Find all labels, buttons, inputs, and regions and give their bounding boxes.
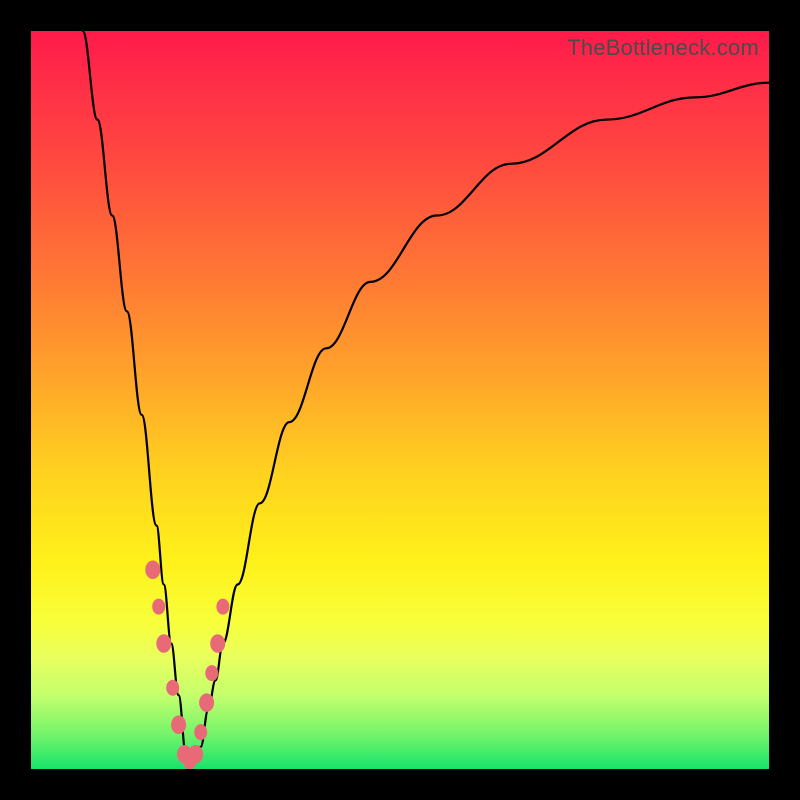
valley-marker [184,754,196,769]
valley-marker [178,745,192,763]
valley-marker [195,725,207,740]
valley-marker [157,635,171,653]
valley-marker [200,694,214,712]
valley-marker [217,599,229,614]
valley-marker [167,680,179,695]
valley-markers [146,561,229,769]
curve-layer [31,31,769,769]
valley-marker [206,666,218,681]
valley-marker [146,561,160,579]
valley-marker [211,635,225,653]
valley-marker [189,745,203,763]
chart-frame: TheBottleneck.com [0,0,800,800]
valley-marker [172,716,186,734]
bottleneck-curve [83,31,769,762]
plot-area: TheBottleneck.com [31,31,769,769]
watermark-text: TheBottleneck.com [567,35,759,61]
valley-marker [153,599,165,614]
